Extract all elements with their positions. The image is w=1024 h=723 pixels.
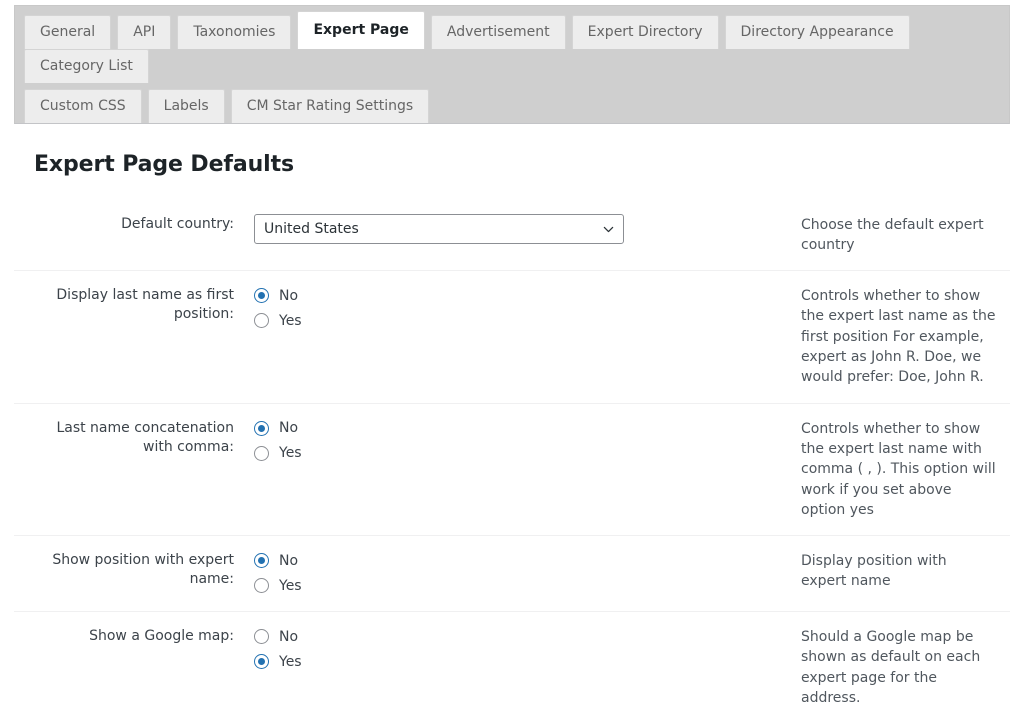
tab-custom-css[interactable]: Custom CSS (24, 89, 142, 123)
setting-description-show-position-with-expert-name: Display position with expert name (785, 536, 1010, 612)
tab-labels[interactable]: Labels (148, 89, 225, 123)
show-position-with-expert-name-radio-label-yes: Yes (279, 579, 302, 593)
last-name-concatenation-comma-radio-no[interactable] (254, 421, 269, 436)
tab-expert-page[interactable]: Expert Page (297, 11, 424, 49)
settings-tab-bar: GeneralAPITaxonomiesExpert PageAdvertise… (14, 5, 1010, 124)
show-position-with-expert-name-radio-group: No Yes (254, 550, 775, 596)
setting-label-show-position-with-expert-name: Show position with expert name: (14, 536, 244, 612)
display-last-name-first-radio-label-yes: Yes (279, 314, 302, 328)
expert-page-defaults-form: Default country: United States Choose the … (14, 200, 1010, 723)
tab-taxonomies[interactable]: Taxonomies (177, 15, 291, 49)
show-position-with-expert-name-radio-label-no: No (279, 554, 298, 568)
page-title: Expert Page Defaults (34, 151, 1010, 180)
tab-category-list[interactable]: Category List (24, 49, 149, 83)
setting-control-last-name-concatenation-comma: No Yes (244, 403, 785, 535)
show-google-map-radio-label-yes: Yes (279, 655, 302, 669)
setting-label-default-country: Default country: (14, 200, 244, 271)
display-last-name-first-option-yes[interactable]: Yes (254, 310, 775, 331)
display-last-name-first-radio-no[interactable] (254, 288, 269, 303)
last-name-concatenation-comma-radio-yes[interactable] (254, 446, 269, 461)
chevron-down-icon (603, 224, 614, 235)
show-google-map-radio-group: No Yes (254, 626, 775, 672)
show-position-with-expert-name-radio-no[interactable] (254, 553, 269, 568)
show-google-map-radio-no[interactable] (254, 629, 269, 644)
setting-row-show-position-with-expert-name: Show position with expert name: No Yes Disp… (14, 536, 1010, 612)
default-country-selected-value: United States (264, 215, 359, 243)
setting-control-show-google-map: No Yes (244, 612, 785, 723)
show-google-map-option-yes[interactable]: Yes (254, 651, 775, 672)
show-google-map-option-no[interactable]: No (254, 626, 775, 647)
setting-description-display-last-name-first: Controls whether to show the expert last… (785, 271, 1010, 403)
tab-row-secondary: Custom CSSLabelsCM Star Rating Settings (24, 83, 1009, 123)
last-name-concatenation-comma-option-yes[interactable]: Yes (254, 443, 775, 464)
tab-directory-appearance[interactable]: Directory Appearance (725, 15, 910, 49)
settings-page: Expert Page Defaults Default country: Uni… (0, 151, 1024, 723)
setting-row-default-country: Default country: United States Choose the … (14, 200, 1010, 271)
tab-api[interactable]: API (117, 15, 171, 49)
setting-row-display-last-name-first: Display last name as first position: No Ye… (14, 271, 1010, 403)
setting-label-display-last-name-first: Display last name as first position: (14, 271, 244, 403)
show-google-map-radio-yes[interactable] (254, 654, 269, 669)
default-country-select[interactable]: United States (254, 214, 624, 244)
tab-advertisement[interactable]: Advertisement (431, 15, 566, 49)
setting-control-display-last-name-first: No Yes (244, 271, 785, 403)
last-name-concatenation-comma-radio-label-no: No (279, 421, 298, 435)
display-last-name-first-radio-yes[interactable] (254, 313, 269, 328)
last-name-concatenation-comma-radio-label-yes: Yes (279, 446, 302, 460)
setting-description-last-name-concatenation-comma: Controls whether to show the expert last… (785, 403, 1010, 535)
setting-row-show-google-map: Show a Google map: No Yes Should a Google m… (14, 612, 1010, 723)
setting-row-last-name-concatenation-comma: Last name concatenation with comma: No Yes… (14, 403, 1010, 535)
setting-description-show-google-map: Should a Google map be shown as default … (785, 612, 1010, 723)
display-last-name-first-radio-label-no: No (279, 289, 298, 303)
show-position-with-expert-name-option-yes[interactable]: Yes (254, 575, 775, 596)
show-position-with-expert-name-radio-yes[interactable] (254, 578, 269, 593)
setting-control-show-position-with-expert-name: No Yes (244, 536, 785, 612)
show-position-with-expert-name-option-no[interactable]: No (254, 550, 775, 571)
tab-general[interactable]: General (24, 15, 111, 49)
tab-expert-directory[interactable]: Expert Directory (572, 15, 719, 49)
tab-row-primary: GeneralAPITaxonomiesExpert PageAdvertise… (24, 13, 1009, 83)
setting-label-last-name-concatenation-comma: Last name concatenation with comma: (14, 403, 244, 535)
setting-description-default-country: Choose the default expert country (785, 200, 1010, 271)
last-name-concatenation-comma-option-no[interactable]: No (254, 418, 775, 439)
display-last-name-first-option-no[interactable]: No (254, 285, 775, 306)
tab-cm-star-rating-settings[interactable]: CM Star Rating Settings (231, 89, 429, 123)
setting-label-show-google-map: Show a Google map: (14, 612, 244, 723)
setting-control-default-country: United States (244, 200, 785, 271)
last-name-concatenation-comma-radio-group: No Yes (254, 418, 775, 464)
show-google-map-radio-label-no: No (279, 630, 298, 644)
display-last-name-first-radio-group: No Yes (254, 285, 775, 331)
